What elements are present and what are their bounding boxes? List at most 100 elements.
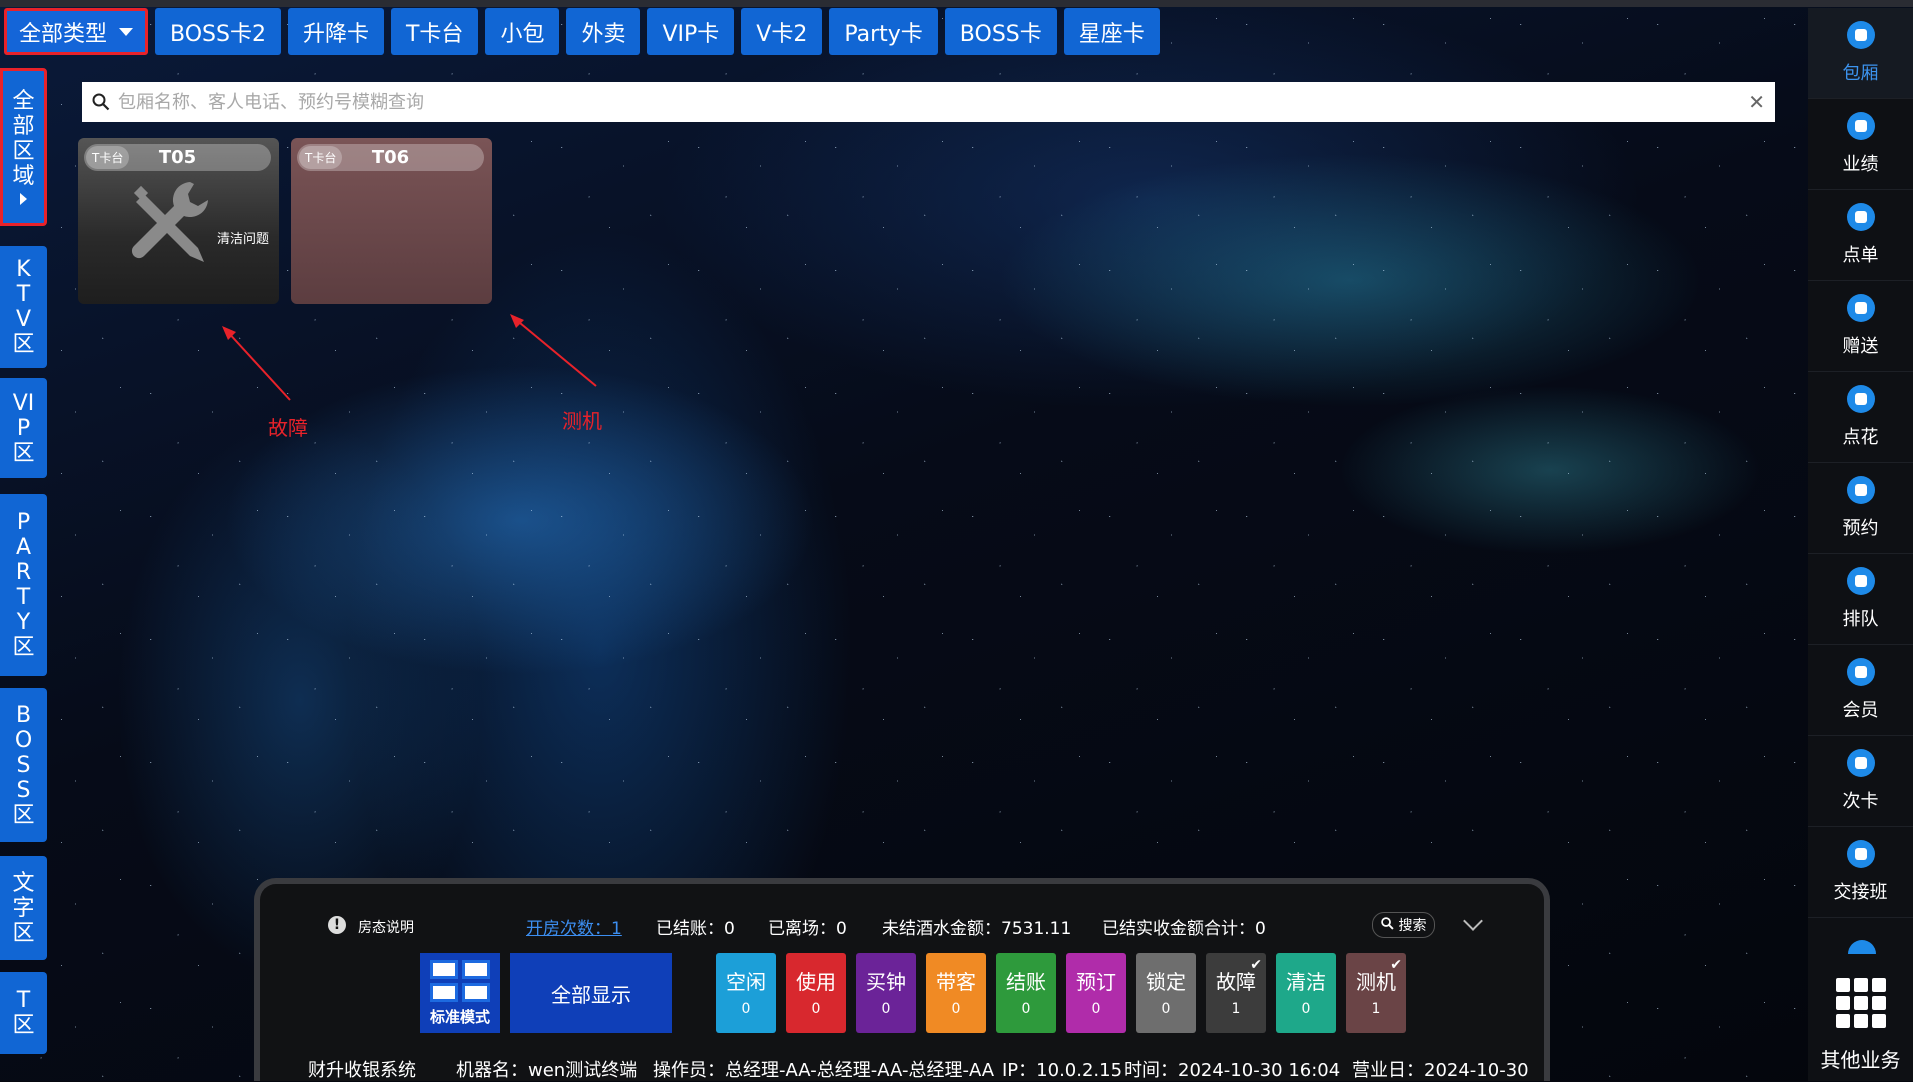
status-count: 0	[1161, 1001, 1171, 1017]
chevron-down-icon[interactable]	[1463, 911, 1483, 931]
status-filter-9[interactable]: 测机 1 ✔	[1346, 953, 1406, 1033]
zone-label: T区	[12, 988, 35, 1038]
zone-label: 文字区	[12, 870, 35, 946]
handover-icon	[1846, 840, 1875, 868]
zone-boss[interactable]: BOSS区	[0, 688, 47, 842]
settled-total: 已结实收金额合计：0	[1102, 919, 1266, 939]
flower-icon	[1846, 385, 1875, 413]
menu-reservation[interactable]: 预约	[1808, 463, 1913, 554]
standard-mode-button[interactable]: 标准模式	[420, 953, 500, 1033]
annotation-arrows	[222, 314, 597, 401]
tab-v2[interactable]: V卡2	[741, 8, 823, 55]
menu-flower[interactable]: 点花	[1808, 372, 1913, 463]
mode-label: 标准模式	[429, 1007, 490, 1026]
more-menu-icon	[1848, 940, 1876, 954]
zone-party[interactable]: PARTY区	[0, 494, 47, 676]
status-count: 0	[1091, 1001, 1101, 1017]
test-arrow	[513, 317, 597, 387]
menu-label: 交接班	[1833, 882, 1888, 903]
tab-party[interactable]: Party卡	[829, 8, 938, 55]
menu-performance[interactable]: 业绩	[1808, 99, 1913, 190]
other-business-label[interactable]: 其他业务	[1808, 1044, 1913, 1073]
status-count: 0	[1021, 1001, 1031, 1017]
fault-arrow	[225, 329, 291, 401]
status-filter-0[interactable]: 空闲 0	[716, 953, 776, 1033]
status-name: 清洁	[1286, 970, 1326, 994]
business-day: 营业日：2024-10-30	[1352, 1060, 1529, 1081]
panel-summary-row: ! 房态说明 开房次数：1 已结账：0 已离场：0 未结酒水金额：7531.11…	[260, 911, 1544, 939]
calendar-icon	[1846, 476, 1875, 504]
search-icon	[1381, 917, 1394, 930]
menu-queue[interactable]: 排队	[1808, 554, 1913, 645]
info-icon[interactable]: !	[328, 916, 346, 934]
status-filter-3[interactable]: 带客 0	[926, 953, 986, 1033]
left-count: 已离场：0	[768, 919, 847, 939]
operator-name: 操作员：总经理-AA-总经理-AA-总经理-AA	[653, 1060, 995, 1081]
menu-label: 会员	[1842, 700, 1879, 721]
apps-grid-icon[interactable]	[1836, 978, 1886, 1028]
ip-address: IP：10.0.2.15	[1002, 1060, 1123, 1081]
zone-t[interactable]: T区	[0, 972, 47, 1054]
unsettled-amount: 未结酒水金额：7531.11	[882, 919, 1072, 939]
menu-rooms[interactable]: 包厢	[1808, 8, 1913, 99]
menu-count-card[interactable]: 次卡	[1808, 736, 1913, 827]
current-time: 时间：2024-10-30 16:04	[1124, 1060, 1341, 1081]
system-name: 财升收银系统	[308, 1060, 416, 1081]
status-name: 空闲	[726, 970, 766, 994]
status-count: 0	[881, 1001, 891, 1017]
status-count: 1	[1231, 1001, 1241, 1017]
settled-count: 已结账：0	[656, 919, 735, 939]
menu-gift[interactable]: 赠送	[1808, 281, 1913, 372]
status-filter-6[interactable]: 锁定 0	[1136, 953, 1196, 1033]
zone-label: BOSS区	[12, 702, 35, 828]
menu-label: 点花	[1842, 427, 1879, 448]
open-count-link[interactable]: 开房次数：1	[526, 914, 622, 939]
menu-label: 排队	[1842, 609, 1879, 630]
pie-chart-icon	[1846, 112, 1875, 140]
member-icon	[1846, 658, 1875, 686]
zone-text[interactable]: 文字区	[0, 856, 47, 960]
menu-order[interactable]: 点单	[1808, 190, 1913, 281]
status-filter-5[interactable]: 预订 0	[1066, 953, 1126, 1033]
room-legend-link[interactable]: 房态说明	[358, 917, 414, 937]
card-icon	[1846, 749, 1875, 777]
status-panel: ! 房态说明 开房次数：1 已结账：0 已离场：0 未结酒水金额：7531.11…	[254, 878, 1550, 1081]
status-count: 0	[811, 1001, 821, 1017]
status-filter-8[interactable]: 清洁 0	[1276, 953, 1336, 1033]
menu-label: 点单	[1842, 245, 1879, 266]
gift-icon	[1846, 294, 1875, 322]
panel-search-button[interactable]: 搜索	[1372, 912, 1436, 938]
menu-label: 预约	[1842, 518, 1879, 539]
right-menu: 包厢 业绩 点单 赠送 点花 预约 排队 会员 次卡 交接班	[1808, 8, 1913, 1081]
menu-shift-handover[interactable]: 交接班	[1808, 827, 1913, 918]
show-all-button[interactable]: 全部显示	[510, 953, 672, 1033]
tab-constellation[interactable]: 星座卡	[1063, 8, 1160, 55]
status-name: 结账	[1006, 970, 1046, 994]
tab-boss[interactable]: BOSS卡	[944, 8, 1057, 55]
status-name: 使用	[796, 970, 836, 994]
status-count: 0	[741, 1001, 751, 1017]
menu-member[interactable]: 会员	[1808, 645, 1913, 736]
test-arrowhead	[510, 314, 524, 328]
layout-icon	[430, 959, 490, 1002]
grid-icon	[1846, 21, 1875, 49]
status-filter-7[interactable]: 故障 1 ✔	[1206, 953, 1266, 1033]
status-count: 0	[1301, 1001, 1311, 1017]
menu-label: 赠送	[1842, 336, 1879, 357]
status-count: 0	[951, 1001, 961, 1017]
status-name: 预订	[1076, 970, 1116, 994]
status-filter-4[interactable]: 结账 0	[996, 953, 1056, 1033]
status-filter-2[interactable]: 买钟 0	[856, 953, 916, 1033]
menu-label: 次卡	[1842, 791, 1879, 812]
zone-label: PARTY区	[12, 510, 35, 660]
fault-annotation: 故障	[268, 416, 308, 440]
status-name: 买钟	[866, 970, 906, 994]
status-filter-1[interactable]: 使用 0	[786, 953, 846, 1033]
check-icon: ✔	[1390, 957, 1402, 973]
status-count: 1	[1371, 1001, 1381, 1017]
menu-label: 包厢	[1842, 63, 1879, 84]
clear-icon[interactable]: ✕	[1748, 90, 1765, 114]
queue-icon	[1846, 567, 1875, 595]
machine-name: 机器名：wen测试终端	[456, 1060, 638, 1081]
drink-icon	[1846, 203, 1875, 231]
